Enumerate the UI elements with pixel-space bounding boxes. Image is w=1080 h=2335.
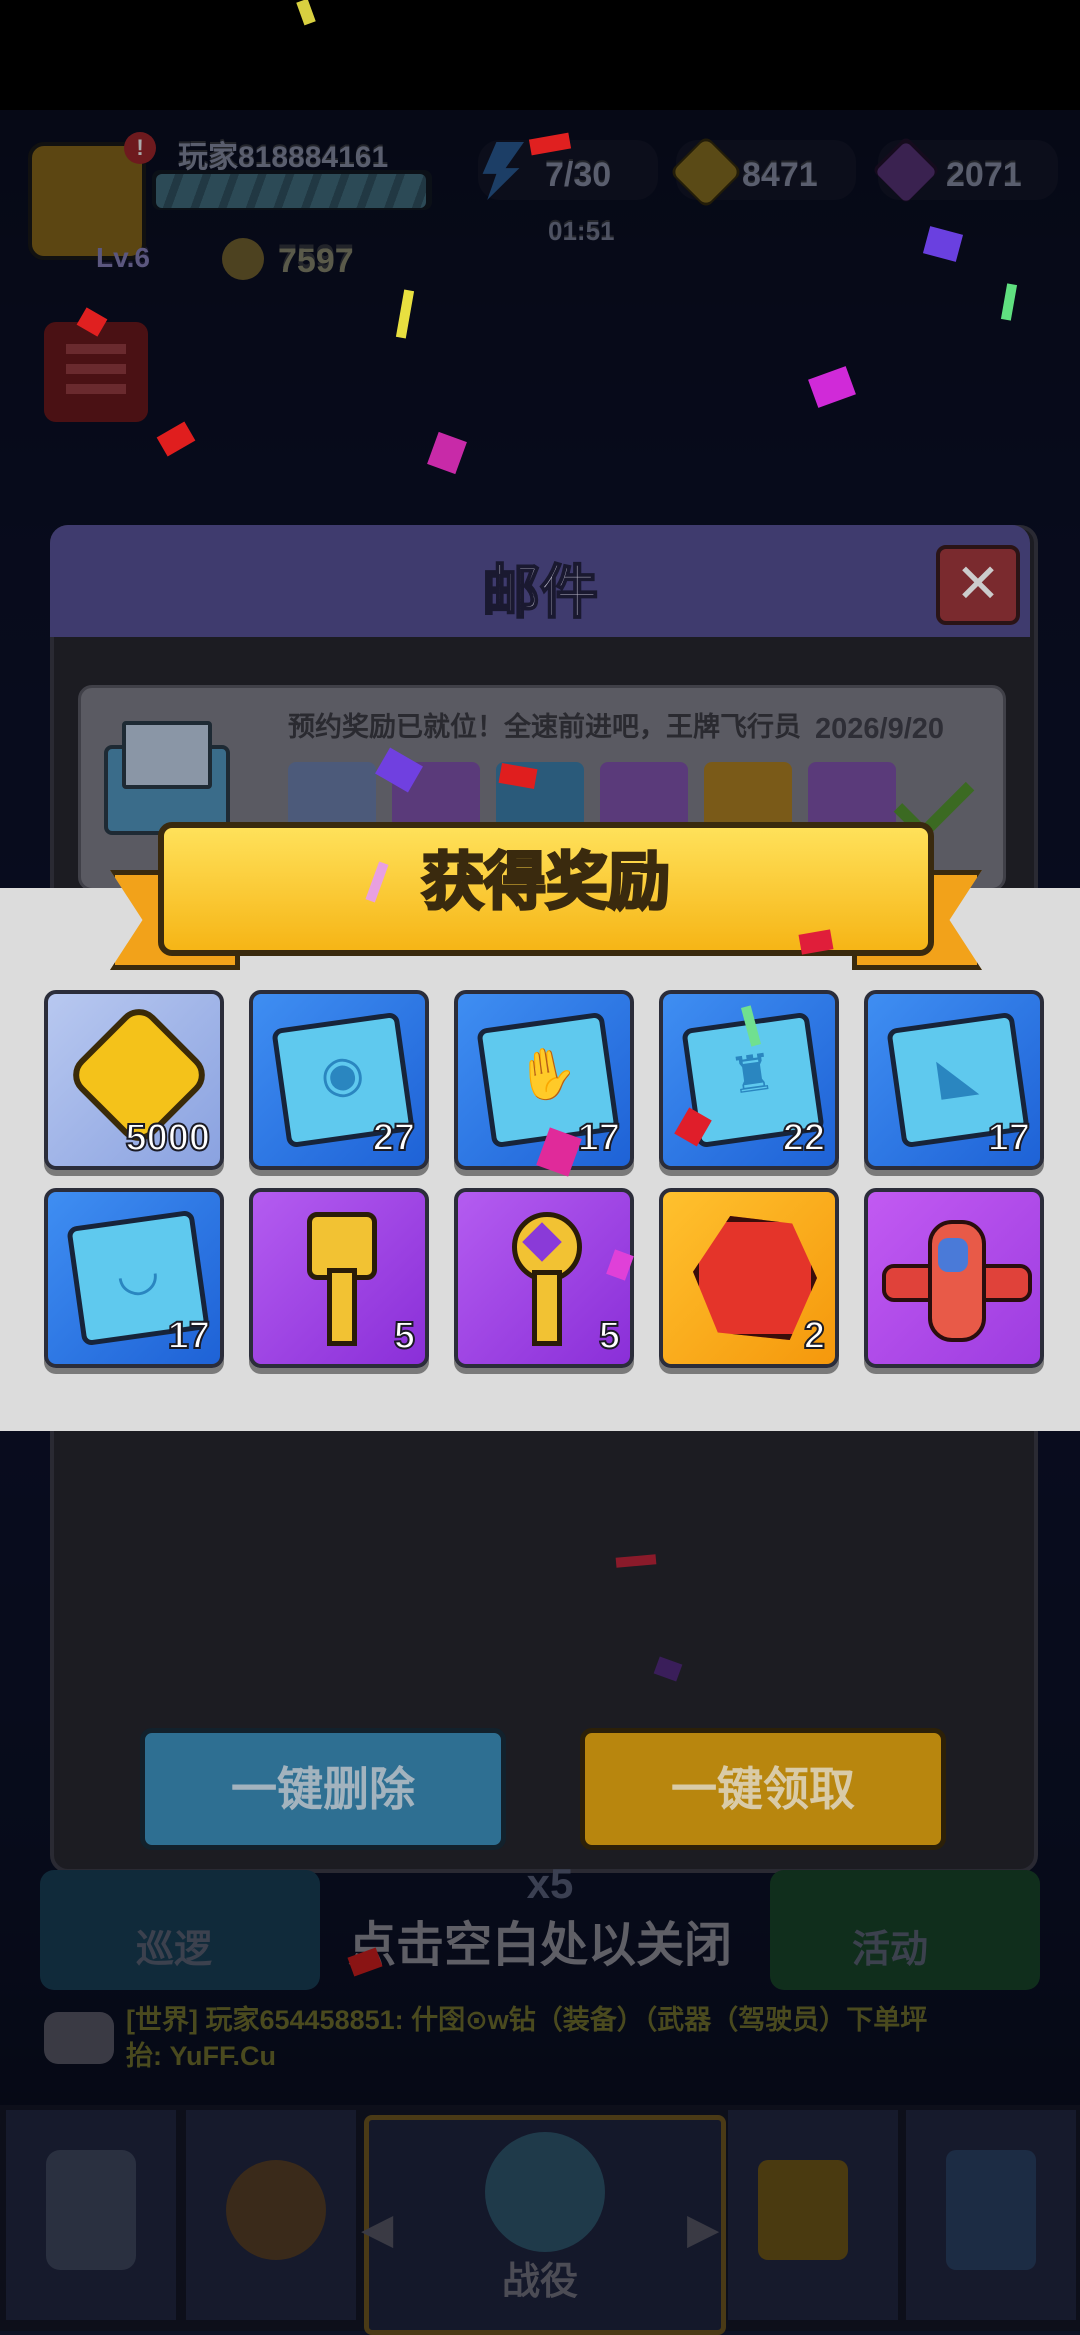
arrow-right-icon: ▶ — [687, 2205, 720, 2252]
key-shaft — [327, 1268, 357, 1346]
gold-key-icon — [297, 1212, 377, 1346]
coin-icon-dim — [672, 138, 740, 206]
chat-text[interactable]: [世界] 玩家654458851: 什囹⊙w钻（装备）（武器（驾驶员）下单坪 抬… — [126, 2002, 1026, 2082]
gems-text: 2071 — [946, 156, 1022, 194]
reward-qty: 22 — [782, 1116, 826, 1160]
reward-qty: 17 — [167, 1314, 211, 1358]
map-icon — [758, 2160, 848, 2260]
arrow-left-icon: ◀ — [361, 2205, 394, 2252]
reward-title: 获得奖励 — [420, 847, 671, 919]
battle-label: 战役 — [501, 2261, 578, 2303]
reward-qty: 17 — [577, 1116, 621, 1160]
reward-qty: 17 — [987, 1116, 1031, 1160]
energy-icon — [482, 142, 524, 200]
nav-item-base[interactable] — [906, 2110, 1076, 2320]
envelope-icon — [104, 715, 230, 835]
nav-item-armory[interactable] — [6, 2110, 176, 2320]
menu-lines-icon — [66, 344, 126, 400]
plane-cockpit — [938, 1238, 968, 1272]
level-text: Lv.6 — [96, 242, 150, 273]
menu-icon[interactable] — [44, 322, 148, 422]
energy-timer-text: 01:51 — [548, 216, 615, 246]
patrol-label: 巡逻 — [136, 1929, 213, 1971]
gem-icon-dim — [874, 140, 938, 204]
claim-all-button[interactable]: 一键领取 — [580, 1728, 946, 1850]
close-icon: ✕ — [955, 554, 1001, 614]
reward-qty: 5 — [393, 1314, 416, 1358]
reward-tile-necklace-blueprint[interactable]: ◡ 17 — [44, 1188, 224, 1368]
status-bar — [0, 0, 1080, 110]
reward-tile-boots-blueprint[interactable]: ◣ 17 — [864, 990, 1044, 1170]
chat-line-1: [世界] 玩家654458851: 什囹⊙w钻（装备）（武器（驾驶员）下单坪 — [126, 2005, 928, 2035]
reward-tile-coin[interactable]: 5000 — [44, 990, 224, 1170]
reward-qty: 27 — [372, 1116, 416, 1160]
coins-text: 8471 — [742, 156, 818, 194]
power-icon — [222, 238, 264, 280]
red-gem-icon — [693, 1216, 817, 1340]
red-plane-icon — [882, 1216, 1032, 1342]
globe-icon — [485, 2132, 605, 2252]
robot-icon — [46, 2150, 136, 2270]
energy-text: 7/30 — [545, 156, 612, 194]
reward-tile-gold-key[interactable]: 5 — [249, 1188, 429, 1368]
reward-qty: 5000 — [124, 1116, 211, 1160]
event-label: 活动 — [852, 1929, 929, 1971]
envelope-letter — [122, 721, 212, 789]
reward-tile-helmet-blueprint[interactable]: ◉ 27 — [249, 990, 429, 1170]
tower-icon — [946, 2150, 1036, 2270]
reward-tile-red-gem[interactable]: 2 — [659, 1188, 839, 1368]
reward-qty: 5 — [598, 1314, 621, 1358]
delete-all-button[interactable]: 一键删除 — [140, 1728, 506, 1850]
exp-bar-fill — [156, 174, 426, 208]
mail-date: 2026/9/20 — [815, 713, 945, 745]
nav-item-map[interactable] — [728, 2110, 898, 2320]
chat-line-2: 抬: YuFF.Cu — [126, 2041, 276, 2071]
player-name-text: 玩家818884161 — [178, 141, 389, 174]
notification-badge: ! — [124, 132, 156, 164]
mail-subject: 预约奖励已就位！全速前进吧，王牌飞行员 — [288, 712, 801, 742]
close-button[interactable]: ✕ — [936, 545, 1020, 625]
pilot-icon — [226, 2160, 326, 2260]
nav-item-pilot[interactable] — [186, 2110, 356, 2320]
key-shaft-2 — [532, 1270, 562, 1346]
reward-tile-plane[interactable] — [864, 1188, 1044, 1368]
reward-qty: 2 — [803, 1314, 826, 1358]
reward-tile-purple-key[interactable]: 5 — [454, 1188, 634, 1368]
chat-icon[interactable] — [44, 2012, 114, 2064]
power-text: 7597 — [278, 242, 354, 280]
mail-title: 邮件 — [481, 559, 599, 626]
purple-key-icon — [502, 1212, 582, 1346]
